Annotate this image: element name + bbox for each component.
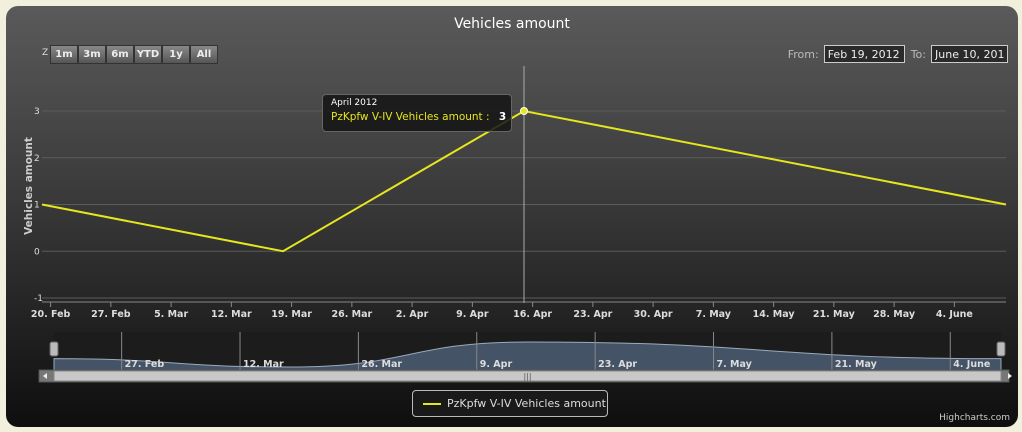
legend-item[interactable]: PzKpfw V-IV Vehicles amount — [412, 390, 608, 417]
range-button-3m[interactable]: 3m — [78, 45, 106, 64]
range-button-1m[interactable]: 1m — [50, 45, 78, 64]
tooltip-value: 3 — [498, 111, 507, 123]
scrollbar-grip-icon: ||| — [523, 372, 531, 381]
navigator-tick-label: 12. Mar — [243, 359, 284, 370]
navigator-right-handle[interactable] — [996, 341, 1006, 357]
navigator-tick-label: 21. May — [835, 359, 878, 370]
x-tick-label: 16. Apr — [513, 309, 552, 320]
navigator-tick-label: 4. June — [953, 359, 990, 370]
navigator-tick-label: 26. Mar — [361, 359, 402, 370]
from-label: From: — [787, 47, 819, 61]
x-tick-label: 21. May — [813, 309, 856, 320]
handle-body — [49, 341, 59, 357]
range-button-ytd[interactable]: YTD — [134, 45, 162, 64]
range-inputs: From: To: — [788, 45, 1008, 63]
range-button-1y[interactable]: 1y — [162, 45, 190, 64]
y-tick-label: -1 — [34, 294, 43, 304]
navigator-tick-label: 7. May — [717, 359, 753, 370]
chart-svg: -10123Vehicles amount20. Feb 27. Feb 5. Ma… — [23, 66, 1012, 383]
legend-line-marker — [423, 403, 441, 405]
y-tick-label: 3 — [34, 107, 40, 117]
credits[interactable]: Highcharts.com — [939, 413, 1010, 423]
range-selector-buttons: 1m 3m 6m YTD 1y All — [50, 45, 218, 64]
scroll-right-arrow-icon — [1008, 373, 1012, 379]
x-tick-label: 7. May — [696, 309, 732, 320]
tooltip-separator: : — [486, 111, 490, 123]
x-tick-label: 27. Feb — [91, 309, 131, 320]
tooltip-header: April 2012 — [331, 98, 378, 108]
to-date-input[interactable] — [931, 45, 1008, 63]
navigator-tick-label: 27. Feb — [125, 359, 165, 370]
legend-label: PzKpfw V-IV Vehicles amount — [447, 397, 606, 410]
from-date-input[interactable] — [823, 45, 905, 63]
zoom-label: Z — [42, 48, 49, 58]
navigator-left-handle[interactable] — [49, 341, 59, 357]
chart-container: Vehicles amount -1 0 1 2 3 Vehicles amount 20.… — [6, 6, 1018, 427]
x-tick-label: 14. May — [753, 309, 796, 320]
x-tick-label: 26. Mar — [332, 309, 373, 320]
y-tick-label: 0 — [34, 247, 40, 257]
x-tick-label: 5. Mar — [154, 309, 188, 320]
tooltip-series-label: PzKpfw V-IV Vehicles amount — [331, 111, 483, 123]
x-tick-label: 4. June — [936, 309, 973, 320]
range-button-all[interactable]: All — [190, 45, 218, 64]
handle-body — [996, 341, 1006, 357]
x-tick-label: 19. Mar — [271, 309, 312, 320]
x-tick-label: 28. May — [873, 309, 916, 320]
x-tick-label: 9. Apr — [456, 309, 489, 320]
navigator-scrollbar[interactable]: ||| — [38, 369, 1012, 383]
y-axis-title: Vehicles amount — [23, 137, 35, 235]
tooltip: April 2012 PzKpfw V-IV Vehicles amount :… — [322, 94, 512, 132]
x-tick-label: 12. Mar — [211, 309, 252, 320]
range-button-6m[interactable]: 6m — [106, 45, 134, 64]
hover-point-marker — [520, 107, 528, 115]
x-tick-label: 23. Apr — [573, 309, 612, 320]
x-tick-label: 30. Apr — [634, 309, 673, 320]
navigator-tick-label: 23. Apr — [598, 359, 637, 370]
to-label: To: — [910, 47, 926, 61]
tooltip-line: PzKpfw V-IV Vehicles amount : 3 — [331, 111, 506, 123]
navigator-tick-label: 9. Apr — [480, 359, 513, 370]
x-tick-label: 2. Apr — [396, 309, 429, 320]
x-tick-label: 20. Feb — [31, 309, 71, 320]
